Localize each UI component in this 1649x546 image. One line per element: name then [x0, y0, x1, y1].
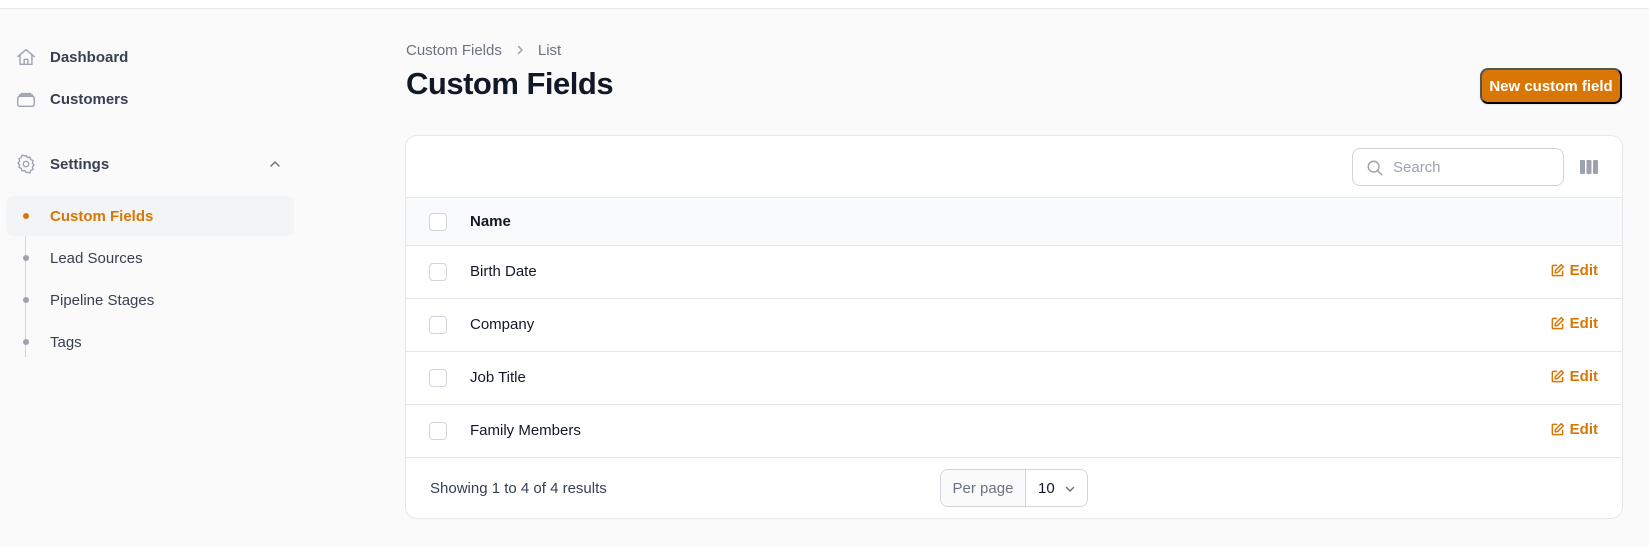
table-row: Family Members Edit [406, 405, 1622, 458]
sidebar-group-label: Settings [50, 155, 110, 173]
chevron-up-icon[interactable] [268, 157, 282, 171]
pencil-square-icon [1551, 369, 1564, 383]
top-bar [0, 0, 1649, 9]
sidebar-item-customers[interactable]: Customers [6, 79, 294, 119]
edit-button[interactable]: Edit [1550, 368, 1598, 385]
cell-name: Birth Date [470, 263, 537, 280]
sidebar-item-lead-sources[interactable]: Lead Sources [6, 238, 294, 278]
pencil-square-icon [1551, 263, 1564, 277]
pencil-square-icon [1551, 316, 1564, 330]
breadcrumb-link-custom-fields[interactable]: Custom Fields [406, 42, 502, 59]
per-page-value: 10 [1038, 479, 1055, 497]
sidebar-item-label: Tags [50, 333, 82, 351]
edit-label: Edit [1569, 421, 1598, 438]
table-header: Name [406, 197, 1622, 246]
bullet-dot [23, 213, 29, 219]
chevron-down-icon [1065, 486, 1075, 492]
row-checkbox[interactable] [429, 422, 447, 440]
select-all-checkbox[interactable] [429, 213, 447, 231]
chevron-right-icon [517, 45, 523, 55]
edit-label: Edit [1569, 368, 1598, 385]
per-page-select[interactable]: 10 [1026, 470, 1087, 506]
search-icon [1367, 160, 1383, 176]
table-toolbar [406, 136, 1622, 197]
inbox-stack-icon [17, 92, 35, 108]
new-custom-field-button[interactable]: New custom field [1480, 68, 1622, 104]
row-checkbox[interactable] [429, 369, 447, 387]
edit-label: Edit [1569, 315, 1598, 332]
sidebar: Dashboard Customers Settings Custom Fiel… [0, 9, 300, 546]
table-row: Birth Date Edit [406, 246, 1622, 299]
pagination-summary: Showing 1 to 4 of 4 results [430, 480, 607, 497]
cell-name: Family Members [470, 422, 581, 439]
column-header-name[interactable]: Name [470, 213, 511, 230]
pencil-square-icon [1551, 422, 1564, 436]
edit-button[interactable]: Edit [1550, 421, 1598, 438]
sidebar-item-pipeline-stages[interactable]: Pipeline Stages [6, 280, 294, 320]
row-checkbox[interactable] [429, 263, 447, 281]
sidebar-group-settings[interactable]: Settings [6, 144, 294, 184]
cell-name: Job Title [470, 369, 526, 386]
page-title: Custom Fields [406, 66, 614, 101]
table-card: Name Birth Date Edit Company Edit Job Ti… [405, 135, 1623, 519]
search-field[interactable] [1352, 148, 1564, 186]
table-row: Company Edit [406, 299, 1622, 352]
bullet-dot [23, 297, 29, 303]
sidebar-item-label: Customers [50, 90, 129, 108]
sidebar-item-label: Dashboard [50, 48, 129, 66]
columns-toggle-icon[interactable] [1578, 156, 1600, 178]
cell-name: Company [470, 316, 535, 333]
sidebar-item-dashboard[interactable]: Dashboard [6, 37, 294, 77]
sidebar-item-label: Custom Fields [50, 207, 154, 225]
sidebar-item-label: Pipeline Stages [50, 291, 155, 309]
bullet-dot [23, 255, 29, 261]
edit-label: Edit [1569, 262, 1598, 279]
gear-icon [17, 154, 35, 174]
sidebar-item-tags[interactable]: Tags [6, 322, 294, 362]
bullet-dot [23, 339, 29, 345]
breadcrumb-current[interactable]: List [538, 42, 561, 59]
sidebar-item-label: Lead Sources [50, 249, 143, 267]
edit-button[interactable]: Edit [1550, 315, 1598, 332]
row-checkbox[interactable] [429, 316, 447, 334]
home-icon [17, 48, 35, 66]
per-page-control: Per page 10 [940, 469, 1088, 507]
table-footer: Showing 1 to 4 of 4 results Per page 10 [406, 458, 1622, 518]
breadcrumb: Custom Fields List [406, 40, 561, 60]
per-page-label: Per page [941, 470, 1026, 506]
table-row: Job Title Edit [406, 352, 1622, 405]
search-input[interactable] [1393, 157, 1553, 177]
edit-button[interactable]: Edit [1550, 262, 1598, 279]
sidebar-item-custom-fields[interactable]: Custom Fields [6, 196, 294, 236]
